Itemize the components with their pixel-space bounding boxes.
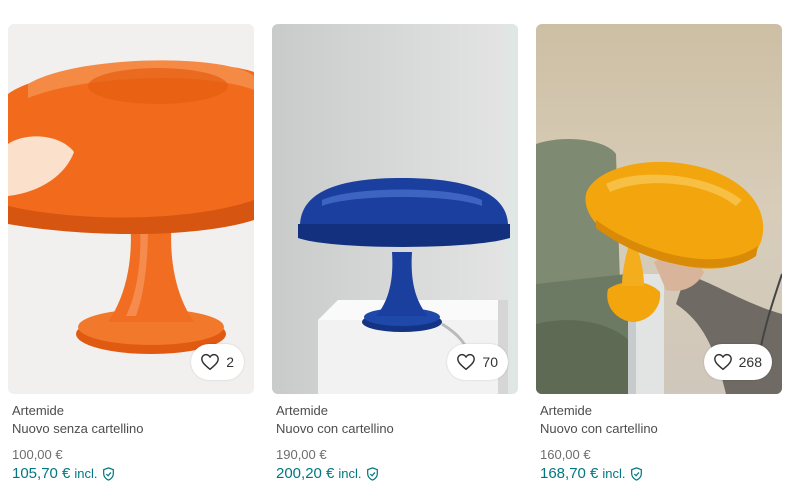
shield-check-icon bbox=[630, 467, 642, 481]
condition-label: Nuovo con cartellino bbox=[276, 421, 394, 436]
product-card[interactable]: 70 Artemide Nuovo con cartellino 190,00 … bbox=[272, 24, 518, 484]
item-price: 190,00 € bbox=[276, 447, 327, 462]
blue-lamp-image bbox=[272, 24, 518, 394]
total-price[interactable]: 105,70 € incl. bbox=[12, 464, 250, 484]
favourite-count: 268 bbox=[738, 354, 762, 370]
product-info: Artemide Nuovo con cartellino 160,00 € 1… bbox=[536, 394, 782, 484]
heart-icon bbox=[201, 353, 220, 371]
favourite-button[interactable]: 70 bbox=[447, 344, 508, 380]
heart-icon bbox=[713, 353, 732, 371]
condition-label: Nuovo senza cartellino bbox=[12, 421, 144, 436]
total-price[interactable]: 168,70 € incl. bbox=[540, 464, 778, 484]
total-price-amount: 168,70 € bbox=[540, 465, 599, 482]
favourite-button[interactable]: 2 bbox=[191, 344, 244, 380]
shield-check-icon bbox=[102, 467, 114, 481]
product-photo[interactable]: 2 bbox=[8, 24, 254, 394]
condition-label: Nuovo con cartellino bbox=[540, 421, 658, 436]
product-card[interactable]: 2 Artemide Nuovo senza cartellino 100,00… bbox=[8, 24, 254, 484]
product-info: Artemide Nuovo senza cartellino 100,00 €… bbox=[8, 394, 254, 484]
product-photo[interactable]: 70 bbox=[272, 24, 518, 394]
incl-label: incl. bbox=[602, 466, 626, 481]
orange-lamp-image bbox=[8, 24, 254, 394]
incl-label: incl. bbox=[74, 466, 98, 481]
yellow-lamp-image bbox=[536, 24, 782, 394]
brand-label[interactable]: Artemide bbox=[540, 402, 778, 420]
favourite-count: 2 bbox=[226, 354, 234, 370]
item-price: 160,00 € bbox=[540, 447, 591, 462]
total-price-amount: 105,70 € bbox=[12, 465, 71, 482]
product-card[interactable]: 268 Artemide Nuovo con cartellino 160,00… bbox=[536, 24, 782, 484]
brand-label[interactable]: Artemide bbox=[276, 402, 514, 420]
favourite-count: 70 bbox=[482, 354, 498, 370]
favourite-button[interactable]: 268 bbox=[703, 344, 772, 380]
total-price-amount: 200,20 € bbox=[276, 465, 335, 482]
product-info: Artemide Nuovo con cartellino 190,00 € 2… bbox=[272, 394, 518, 484]
heart-icon bbox=[457, 353, 476, 371]
shield-check-icon bbox=[366, 467, 378, 481]
incl-label: incl. bbox=[338, 466, 362, 481]
brand-label[interactable]: Artemide bbox=[12, 402, 250, 420]
total-price[interactable]: 200,20 € incl. bbox=[276, 464, 514, 484]
product-photo[interactable]: 268 bbox=[536, 24, 782, 394]
product-grid: 2 Artemide Nuovo senza cartellino 100,00… bbox=[0, 0, 791, 500]
item-price: 100,00 € bbox=[12, 447, 63, 462]
